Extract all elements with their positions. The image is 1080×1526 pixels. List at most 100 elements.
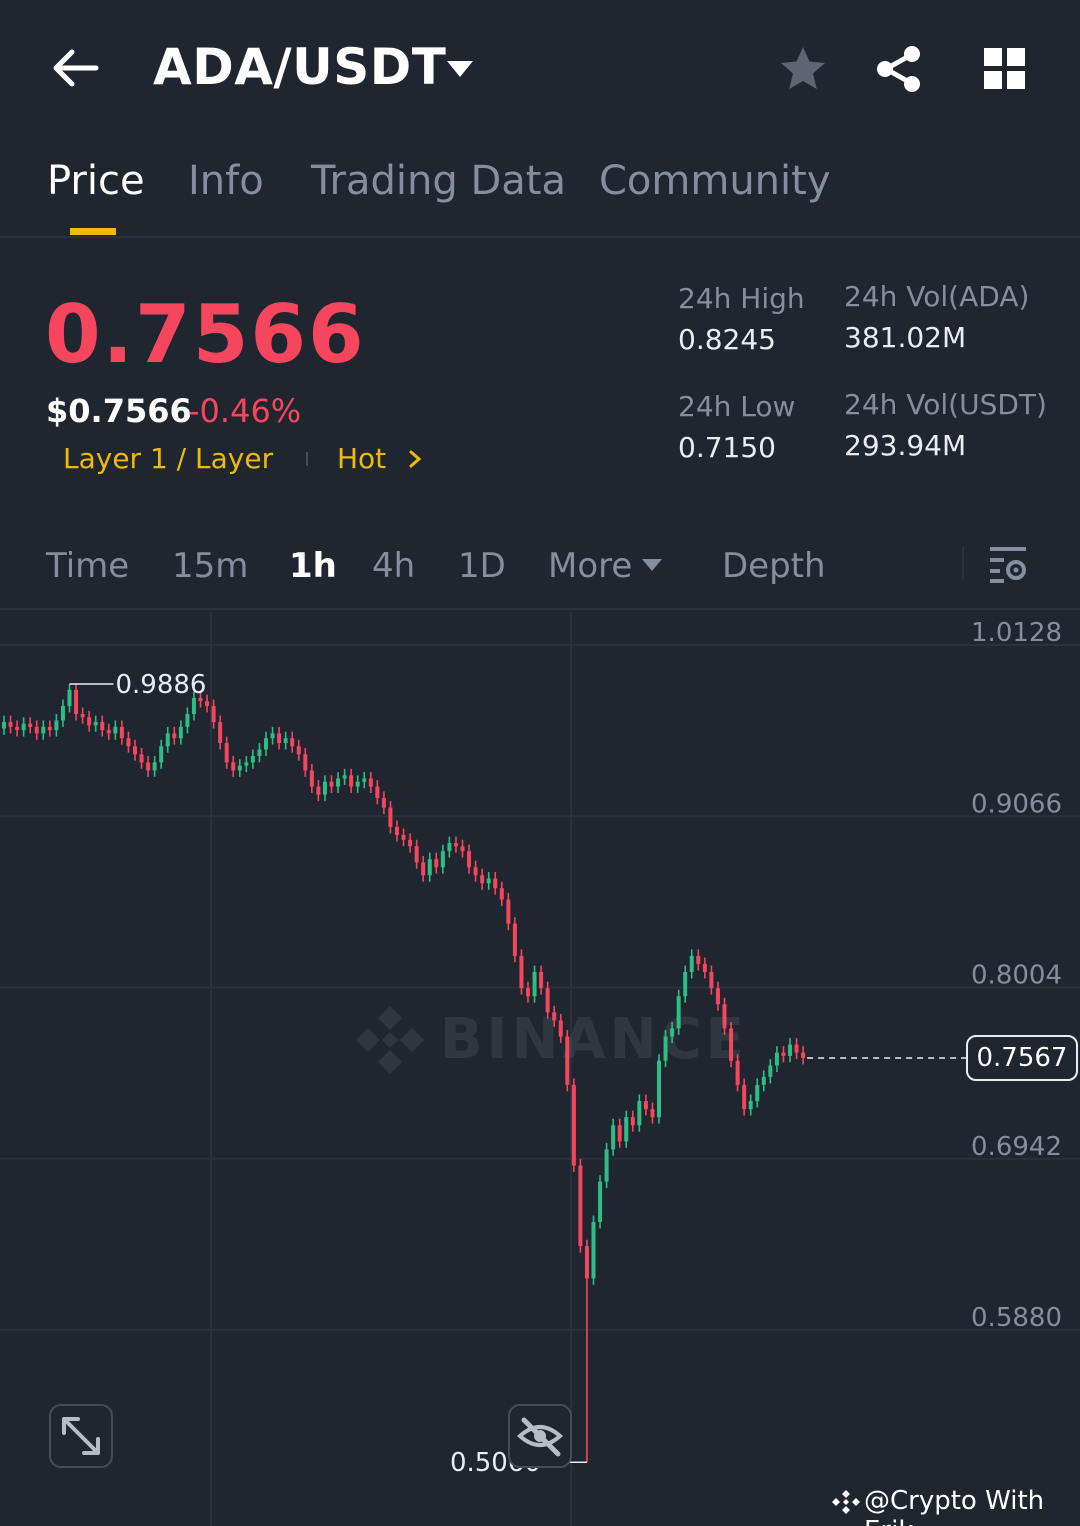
- candle-body: [571, 1084, 576, 1166]
- tab-price[interactable]: Price: [47, 158, 145, 204]
- usd-price: $0.7566: [46, 392, 192, 430]
- pair-title[interactable]: ADA/USDT: [153, 38, 446, 96]
- y-axis-tick-label: 0.5880: [971, 1303, 1062, 1333]
- candle-body: [512, 923, 517, 956]
- candle-body: [578, 1165, 583, 1247]
- candle-body: [191, 697, 196, 715]
- candle-body: [146, 762, 151, 771]
- candle-body: [637, 1101, 642, 1126]
- candle-body: [309, 770, 314, 787]
- candle-body: [467, 851, 472, 868]
- price-change: -0.46%: [188, 392, 302, 430]
- y-axis-tick-label: 1.0128: [971, 618, 1062, 648]
- tab-trading-data[interactable]: Trading Data: [311, 158, 566, 204]
- interval-15m[interactable]: 15m: [172, 546, 248, 586]
- eye-off-icon: [517, 1417, 563, 1457]
- candle-body: [74, 689, 79, 715]
- candle-body: [460, 846, 465, 852]
- candle-body: [349, 775, 354, 787]
- candle-body: [224, 743, 229, 763]
- share-icon[interactable]: [874, 44, 924, 94]
- active-tab-indicator: [70, 228, 116, 235]
- candle-body: [290, 738, 295, 747]
- candle-body: [624, 1117, 629, 1142]
- candle-body: [401, 834, 406, 840]
- candlestick-chart[interactable]: BINANCE 1.0128 0.9066 0.8004 0.6942 0.5880 0…: [0, 612, 1080, 1526]
- candle-body: [375, 786, 380, 798]
- candle-body: [152, 762, 157, 771]
- caret-down-icon[interactable]: [445, 58, 475, 80]
- candle-body: [205, 701, 210, 706]
- candle-body: [211, 705, 216, 723]
- candle-body: [676, 996, 681, 1029]
- candle-body: [60, 705, 65, 721]
- candle-body: [611, 1125, 616, 1150]
- candle-body: [113, 726, 118, 734]
- candle-body: [447, 843, 452, 852]
- low-value: 0.7150: [678, 431, 776, 464]
- credit-watermark: @Crypto With Erik: [864, 1486, 1045, 1526]
- candle-body: [742, 1084, 747, 1110]
- candle-body: [552, 1012, 557, 1021]
- chart-settings-icon[interactable]: [986, 544, 1030, 584]
- interval-bar: Time 15m 1h 4h 1D More Depth: [0, 530, 1080, 610]
- vol-base-value: 381.02M: [844, 321, 967, 354]
- candle-body: [761, 1076, 766, 1085]
- candle-body: [630, 1117, 635, 1126]
- candle-body: [650, 1109, 655, 1118]
- price-chart[interactable]: BINANCE 1.0128 0.9066 0.8004 0.6942 0.5880 0…: [0, 612, 1080, 1526]
- candle-body: [54, 720, 59, 731]
- candle-body: [755, 1084, 760, 1102]
- hide-indicators-button[interactable]: [508, 1404, 572, 1468]
- candle-body: [178, 726, 183, 739]
- candle-body: [362, 778, 367, 782]
- back-arrow-icon[interactable]: [50, 46, 102, 90]
- candle-body: [2, 722, 6, 729]
- y-axis-tick-label: 0.8004: [971, 961, 1062, 991]
- binance-watermark: BINANCE: [356, 1006, 748, 1074]
- candle-body: [421, 862, 426, 876]
- candle-body: [270, 733, 275, 739]
- candle-body: [598, 1181, 603, 1222]
- y-axis-tick-label: 0.6942: [971, 1132, 1062, 1162]
- candle-body: [526, 988, 530, 997]
- interval-time[interactable]: Time: [46, 546, 129, 586]
- candle-body: [689, 955, 694, 973]
- candle-body: [237, 765, 242, 771]
- interval-more[interactable]: More: [548, 546, 632, 586]
- chevron-right-icon[interactable]: [406, 448, 424, 470]
- interval-depth[interactable]: Depth: [722, 546, 826, 586]
- vol-base-label: 24h Vol(ADA): [844, 280, 1030, 313]
- tab-community[interactable]: Community: [599, 158, 831, 204]
- star-icon[interactable]: [778, 44, 828, 94]
- current-price-tag: 0.7567: [966, 1034, 1078, 1081]
- fullscreen-button[interactable]: [49, 1404, 113, 1468]
- interval-1h[interactable]: 1h: [289, 546, 337, 586]
- interval-1d[interactable]: 1D: [458, 546, 506, 586]
- candle-body: [427, 859, 432, 876]
- candle-body: [159, 746, 164, 763]
- candle-body: [506, 899, 511, 924]
- category-tag[interactable]: Layer 1 / Layer: [63, 442, 273, 475]
- svg-text:BINANCE: BINANCE: [440, 1007, 748, 1072]
- grid-icon[interactable]: [983, 47, 1027, 91]
- candle-body: [28, 723, 33, 727]
- candle-body: [519, 955, 524, 989]
- toolbar-divider: [962, 546, 964, 580]
- candle-body: [584, 1246, 589, 1279]
- candle-body: [729, 1028, 734, 1061]
- candle-body: [801, 1052, 806, 1058]
- candle-body: [788, 1044, 792, 1056]
- candle-body: [185, 714, 190, 727]
- more-caret-down-icon[interactable]: [641, 558, 663, 572]
- candle-body: [231, 762, 236, 771]
- hot-tag[interactable]: Hot: [337, 442, 386, 475]
- tab-info[interactable]: Info: [188, 158, 264, 204]
- candle-body: [139, 754, 144, 763]
- candle-body: [126, 738, 131, 747]
- tag-divider: [306, 452, 308, 466]
- candle-body: [643, 1101, 648, 1110]
- candle-body: [93, 722, 98, 726]
- interval-4h[interactable]: 4h: [372, 546, 415, 586]
- candle-body: [119, 726, 124, 739]
